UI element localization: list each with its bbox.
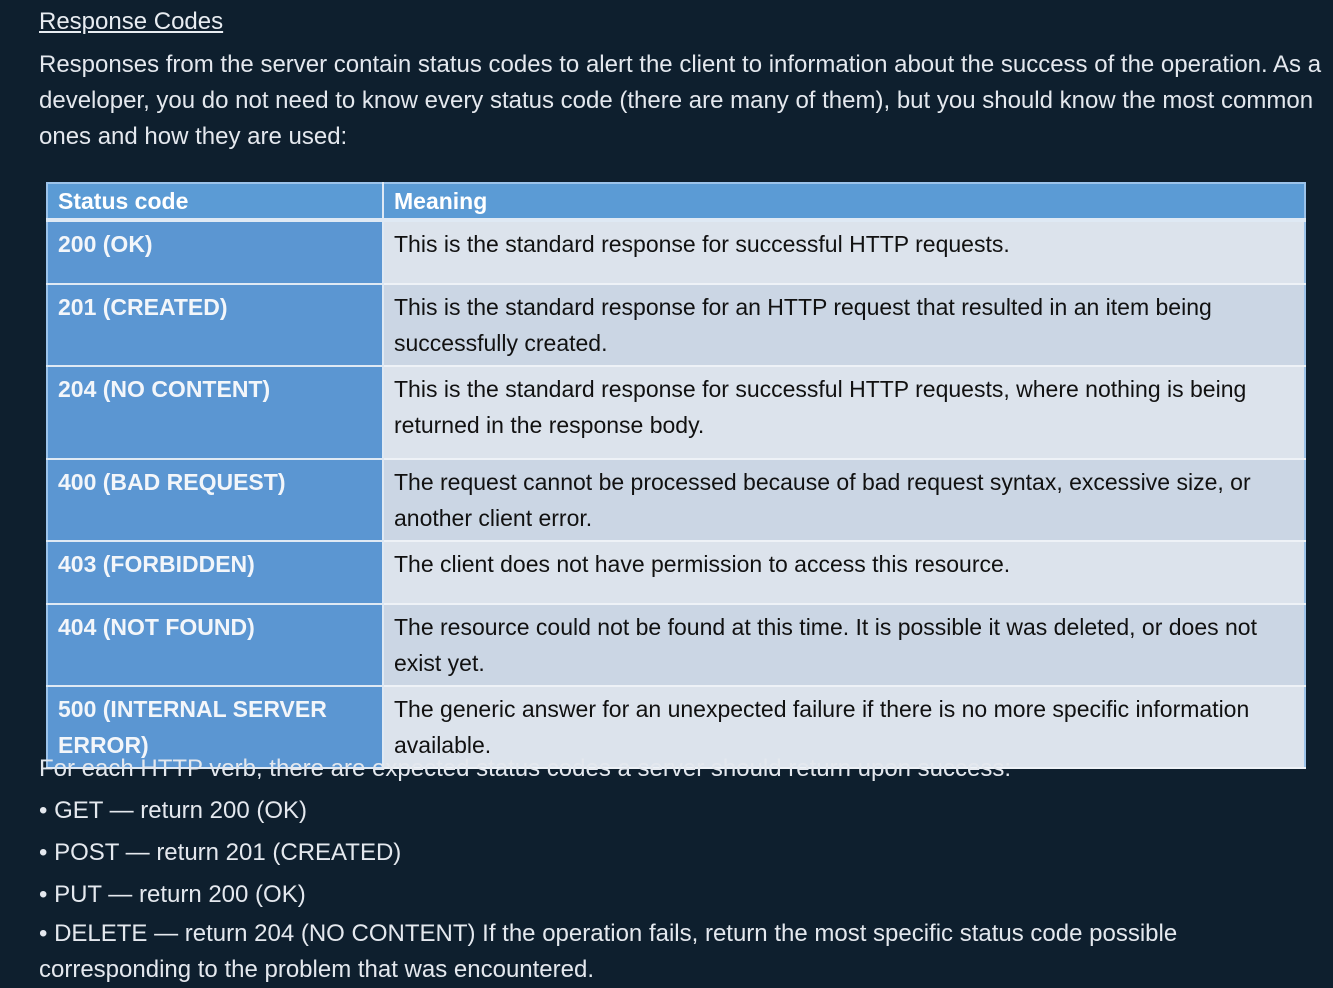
header-meaning: Meaning [383,183,1305,222]
meaning-cell: This is the standard response for succes… [383,366,1305,460]
bullet-post: • POST — return 201 (CREATED) [39,839,402,866]
meaning-cell: The request cannot be processed because … [383,459,1305,542]
verbs-section: For each HTTP verb, there are expected s… [39,748,1329,988]
meaning-cell: The client does not have permission to a… [383,541,1305,605]
meaning-cell: The resource could not be found at this … [383,604,1305,687]
intro-paragraph: Responses from the server contain status… [39,51,1322,150]
bullet-delete: • DELETE — return 204 (NO CONTENT) If th… [39,920,1178,983]
status-code-cell: 404 (NOT FOUND) [47,604,384,687]
meaning-cell: This is the standard response for an HTT… [383,284,1305,367]
table-row: 201 (CREATED) This is the standard respon… [47,284,1305,367]
table-row: 200 (OK) This is the standard response fo… [47,220,1305,285]
bullet-put: • PUT — return 200 (OK) [39,881,306,908]
status-code-cell: 200 (OK) [47,220,384,285]
status-code-cell: 400 (BAD REQUEST) [47,459,384,542]
status-code-cell: 403 (FORBIDDEN) [47,541,384,605]
table-row: 403 (FORBIDDEN) The client does not have … [47,541,1305,605]
meaning-cell: This is the standard response for succes… [383,220,1305,285]
table-row: 404 (NOT FOUND) The resource could not be… [47,604,1305,687]
header-status-code: Status code [47,183,384,222]
status-code-table: Status code Meaning 200 (OK) This is the … [46,182,1306,769]
table-row: 204 (NO CONTENT) This is the standard res… [47,366,1305,460]
section-title: Response Codes [39,8,224,35]
status-code-cell: 201 (CREATED) [47,284,384,367]
bullet-get: • GET — return 200 (OK) [39,797,308,824]
status-code-cell: 204 (NO CONTENT) [47,366,384,460]
verbs-intro: For each HTTP verb, there are expected s… [39,755,1012,782]
table-row: 400 (BAD REQUEST) The request cannot be p… [47,459,1305,542]
table-header-row: Status code Meaning [47,183,1305,222]
